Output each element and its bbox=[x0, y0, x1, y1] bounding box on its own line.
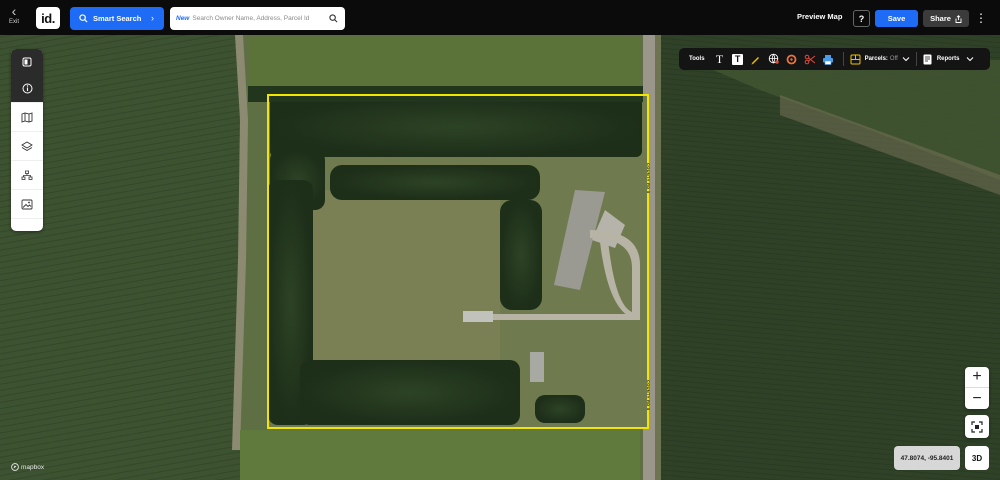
mapbox-attribution: mapbox bbox=[11, 463, 44, 471]
reports-label: Reports bbox=[936, 56, 960, 62]
chevron-down-icon bbox=[966, 57, 973, 62]
scissors-icon[interactable] bbox=[801, 48, 819, 70]
collapse-panel-button[interactable] bbox=[11, 49, 43, 74]
parcels-label: Parcels: bbox=[864, 56, 888, 62]
divider bbox=[842, 52, 844, 66]
share-button[interactable]: Share bbox=[923, 10, 969, 27]
more-options-icon[interactable]: ⋮ bbox=[975, 10, 987, 27]
sidebar-item-hierarchy[interactable] bbox=[11, 161, 43, 190]
radius-icon[interactable] bbox=[783, 48, 801, 70]
tools-bar: Tools T T Parcels: Off Reports bbox=[679, 48, 990, 70]
chevron-down-icon bbox=[902, 57, 910, 62]
tools-label: Tools bbox=[689, 56, 705, 62]
hierarchy-icon bbox=[21, 170, 33, 180]
parcels-toggle[interactable]: Parcels: Off bbox=[850, 54, 910, 65]
search-icon[interactable] bbox=[329, 14, 338, 23]
search-bar[interactable]: New bbox=[170, 7, 345, 30]
road-label: COUNTY RD 5 bbox=[646, 163, 651, 194]
layers-icon bbox=[21, 140, 33, 151]
divider bbox=[915, 52, 917, 66]
panel-icon bbox=[22, 57, 32, 66]
sidebar-item-image[interactable] bbox=[11, 190, 43, 219]
locate-button[interactable] bbox=[965, 415, 989, 438]
text-box-tool-icon[interactable]: T bbox=[729, 48, 747, 70]
share-icon bbox=[955, 14, 962, 23]
search-icon bbox=[79, 14, 88, 23]
zoom-controls: + − bbox=[965, 367, 989, 409]
sidebar-item-map[interactable] bbox=[11, 103, 43, 132]
exit-label: Exit bbox=[8, 19, 19, 25]
chevron-right-icon: › bbox=[151, 13, 154, 23]
share-label: Share bbox=[930, 14, 951, 23]
parcels-icon bbox=[850, 54, 861, 64]
image-icon bbox=[21, 199, 33, 209]
print-icon[interactable] bbox=[819, 48, 837, 70]
mapbox-logo-icon bbox=[11, 463, 19, 471]
smart-search-label: Smart Search bbox=[93, 14, 142, 23]
3d-toggle-button[interactable]: 3D bbox=[965, 446, 989, 470]
smart-search-button[interactable]: Smart Search › bbox=[70, 7, 164, 30]
new-badge: New bbox=[176, 15, 190, 22]
attribution-text: mapbox bbox=[21, 463, 45, 471]
globe-pin-icon[interactable] bbox=[765, 48, 783, 70]
logo[interactable]: id. bbox=[36, 7, 60, 29]
top-bar: ‹ Exit id. Smart Search › New Preview Ma… bbox=[0, 0, 1000, 35]
satellite-imagery bbox=[0, 35, 1000, 480]
focus-icon bbox=[971, 420, 983, 433]
zoom-in-button[interactable]: + bbox=[965, 367, 989, 388]
preview-map-button[interactable]: Preview Map bbox=[797, 12, 842, 21]
zoom-out-button[interactable]: − bbox=[965, 388, 989, 409]
search-input[interactable] bbox=[192, 15, 333, 22]
help-button[interactable]: ? bbox=[853, 10, 870, 27]
text-tool-icon[interactable]: T bbox=[711, 48, 729, 70]
report-icon bbox=[923, 54, 932, 64]
exit-button[interactable]: ‹ Exit bbox=[6, 4, 22, 30]
road-label: COUNTY RD 5 bbox=[646, 380, 651, 411]
chevron-left-icon: ‹ bbox=[11, 3, 17, 19]
sidebar-item-info[interactable] bbox=[11, 74, 43, 103]
left-sidebar bbox=[11, 49, 43, 231]
map-icon bbox=[21, 111, 33, 123]
pencil-icon[interactable] bbox=[747, 48, 765, 70]
sidebar-item-layers[interactable] bbox=[11, 132, 43, 161]
map-canvas[interactable]: COUNTY RD 5 COUNTY RD 5 bbox=[0, 35, 1000, 480]
save-button[interactable]: Save bbox=[875, 10, 918, 27]
coordinates-readout: 47.8074, -95.8401 bbox=[894, 446, 960, 470]
parcels-state: Off bbox=[889, 56, 898, 62]
reports-dropdown[interactable]: Reports bbox=[923, 54, 974, 65]
info-icon bbox=[22, 83, 32, 93]
